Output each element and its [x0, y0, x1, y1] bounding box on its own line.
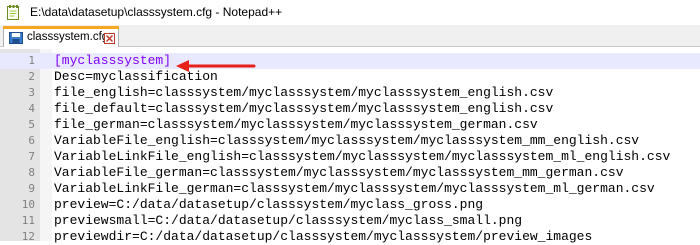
line-text: file_english=classsystem/myclasssystem/m…: [54, 85, 554, 100]
close-tab-button[interactable]: [104, 33, 115, 44]
line-text: VariableFile_english=classsystem/myclass…: [54, 133, 640, 148]
notepad-plus-plus-icon: [7, 5, 19, 20]
editor-line[interactable]: 12 previewdir=C:/data/datasetup/classsys…: [0, 229, 700, 245]
tab-label: classsystem.cfg: [27, 31, 109, 43]
editor-line[interactable]: 9 VariableLinkFile_german=classsystem/my…: [0, 181, 700, 197]
editor-line[interactable]: 10 preview=C:/data/datasetup/classsystem…: [0, 197, 700, 213]
line-number: 2: [28, 70, 35, 83]
line-text: VariableLinkFile_german=classsystem/mycl…: [54, 181, 655, 196]
line-text: file_default=classsystem/myclasssystem/m…: [54, 101, 554, 116]
line-text: previewdir=C:/data/datasetup/classsystem…: [54, 229, 593, 244]
line-number: 8: [28, 166, 35, 179]
line-number: 7: [28, 150, 35, 163]
editor-line[interactable]: 2 Desc=myclassification: [0, 69, 700, 85]
line-text: previewsmall=C:/data/datasetup/classsyst…: [54, 213, 523, 228]
line-number: 10: [21, 198, 35, 211]
line-number: 3: [28, 86, 35, 99]
line-number: 1: [28, 54, 35, 67]
line-number: 5: [28, 118, 35, 131]
line-text: VariableLinkFile_english=classsystem/myc…: [54, 149, 671, 164]
editor-line[interactable]: 4 file_default=classsystem/myclasssystem…: [0, 101, 700, 117]
tab-classsystem-cfg[interactable]: classsystem.cfg: [3, 26, 119, 47]
line-text: [myclasssystem]: [54, 53, 172, 68]
title-bar: E:\data\datasetup\classsystem.cfg - Note…: [0, 0, 700, 25]
line-text: VariableFile_german=classsystem/myclasss…: [54, 165, 624, 180]
line-text: file_german=classsystem/myclasssystem/my…: [54, 117, 538, 132]
line-text: preview=C:/data/datasetup/classsystem/my…: [54, 197, 484, 212]
window-title: E:\data\datasetup\classsystem.cfg - Note…: [30, 5, 283, 19]
save-file-icon: [9, 32, 23, 44]
editor-line[interactable]: 6 VariableFile_english=classsystem/mycla…: [0, 133, 700, 149]
editor-line[interactable]: 5 file_german=classsystem/myclasssystem/…: [0, 117, 700, 133]
line-number: 12: [21, 230, 35, 243]
editor-line[interactable]: 11 previewsmall=C:/data/datasetup/classs…: [0, 213, 700, 229]
line-number: 11: [21, 214, 35, 227]
line-text: Desc=myclassification: [54, 69, 218, 84]
close-x-icon: [106, 35, 113, 42]
line-number: 9: [28, 182, 35, 195]
editor-line[interactable]: 8 VariableFile_german=classsystem/myclas…: [0, 165, 700, 181]
editor-line[interactable]: 3 file_english=classsystem/myclasssystem…: [0, 85, 700, 101]
active-tab-indicator: [3, 26, 119, 29]
editor-line[interactable]: 7 VariableLinkFile_english=classsystem/m…: [0, 149, 700, 165]
editor-line[interactable]: 1 [myclasssystem]: [0, 53, 700, 72]
line-number: 4: [28, 102, 35, 115]
line-number: 6: [28, 134, 35, 147]
editor-area[interactable]: 1 [myclasssystem] 2 Desc=myclassificatio…: [0, 49, 700, 244]
